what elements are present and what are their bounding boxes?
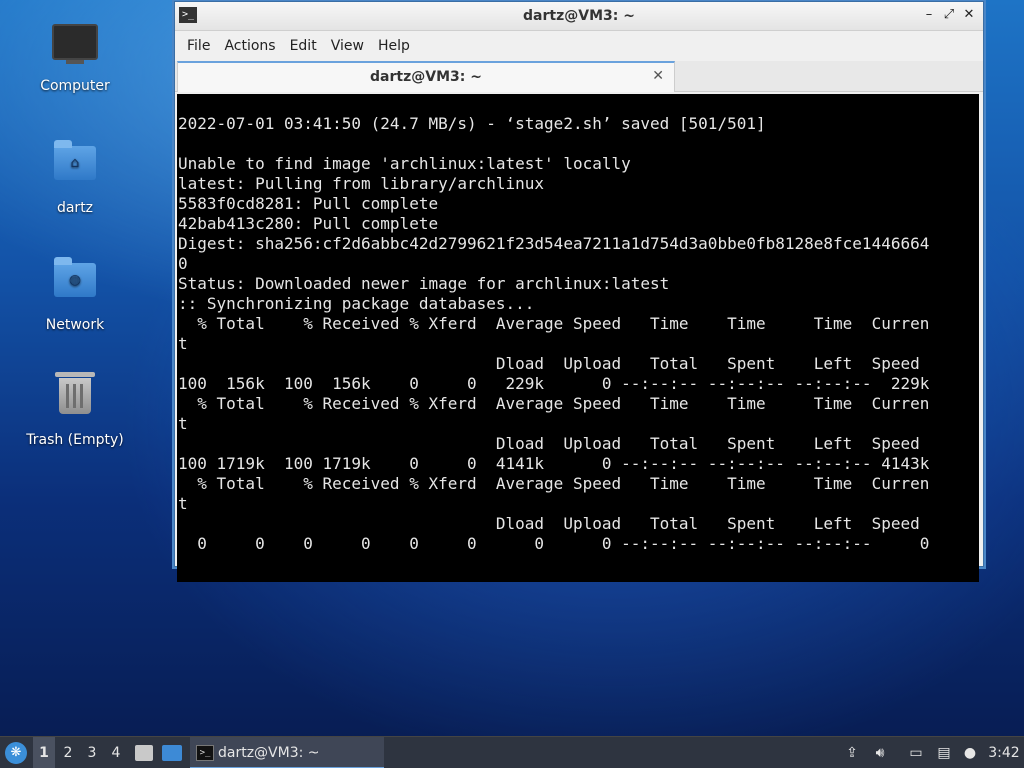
terminal-line: Dload Upload Total Spent Left Speed — [178, 434, 920, 453]
terminal-line: 100 1719k 100 1719k 0 0 4141k 0 --:--:--… — [178, 454, 930, 473]
home-folder-icon: ⌂ — [51, 140, 99, 194]
computer-icon — [51, 24, 99, 72]
desktop-icon-home[interactable]: ⌂ dartz — [20, 138, 130, 216]
app-menu-icon[interactable]: ❋ — [5, 742, 27, 764]
terminal-line: 0 — [178, 254, 188, 273]
file-manager-launcher-icon[interactable] — [135, 745, 153, 761]
terminal-line: Digest: sha256:cf2d6abbc42d2799621f23d54… — [178, 234, 930, 253]
menu-bar: File Actions Edit View Help — [175, 31, 983, 61]
tab-label: dartz@VM3: ~ — [370, 69, 482, 85]
terminal-line: 2022-07-01 03:41:50 (24.7 MB/s) - ‘stage… — [178, 114, 766, 133]
terminal-line: 42bab413c280: Pull complete — [178, 214, 439, 233]
menu-file[interactable]: File — [187, 38, 210, 54]
taskbar: ❋ 1 2 3 4 >_ dartz@VM3: ~ ⇪ 🔊︎ ▭ ▤ ● 3:4… — [0, 736, 1024, 768]
workspace-2[interactable]: 2 — [57, 737, 79, 768]
taskbar-button-terminal[interactable]: >_ dartz@VM3: ~ — [190, 737, 384, 768]
menu-actions[interactable]: Actions — [224, 38, 275, 54]
terminal-line: t — [178, 494, 188, 513]
clipboard-icon[interactable]: ▤ — [934, 737, 954, 768]
terminal-output[interactable]: 2022-07-01 03:41:50 (24.7 MB/s) - ‘stage… — [177, 94, 979, 582]
window-title: dartz@VM3: ~ — [523, 8, 635, 24]
terminal-line: % Total % Received % Xferd Average Speed… — [178, 314, 930, 333]
terminal-line: t — [178, 334, 188, 353]
desktop-icon-computer[interactable]: Computer — [20, 20, 130, 94]
tab-terminal[interactable]: dartz@VM3: ~ ✕ — [177, 61, 675, 92]
terminal-line: 0 0 0 0 0 0 0 0 --:--:-- --:--:-- --:--:… — [178, 534, 930, 553]
minimize-button[interactable]: – — [921, 7, 937, 23]
desktop-icon-label: Network — [45, 317, 105, 333]
network-status-icon[interactable]: ▭ — [906, 737, 926, 768]
workspace-4[interactable]: 4 — [105, 737, 127, 768]
network-folder-icon: ◍ — [51, 257, 99, 311]
desktop-icon-network[interactable]: ◍ Network — [20, 255, 130, 333]
terminal-line: :: Synchronizing package databases... — [178, 294, 535, 313]
terminal-line: 5583f0cd8281: Pull complete — [178, 194, 439, 213]
volume-icon[interactable]: 🔊︎ — [870, 737, 890, 768]
taskbar-button-label: dartz@VM3: ~ — [218, 745, 320, 761]
terminal-icon: >_ — [196, 745, 214, 761]
menu-help[interactable]: Help — [378, 38, 410, 54]
terminal-line: Status: Downloaded newer image for archl… — [178, 274, 670, 293]
clock[interactable]: 3:42 — [986, 737, 1022, 768]
window-titlebar[interactable]: >_ dartz@VM3: ~ – ⤢ ✕ — [175, 2, 983, 31]
trash-icon — [51, 372, 99, 426]
terminal-line: 100 156k 100 156k 0 0 229k 0 --:--:-- --… — [178, 374, 930, 393]
menu-edit[interactable]: Edit — [290, 38, 317, 54]
terminal-line: % Total % Received % Xferd Average Speed… — [178, 474, 930, 493]
notification-icon[interactable]: ● — [960, 737, 980, 768]
close-button[interactable]: ✕ — [961, 7, 977, 23]
terminal-window[interactable]: >_ dartz@VM3: ~ – ⤢ ✕ File Actions Edit … — [174, 1, 984, 582]
terminal-line: Dload Upload Total Spent Left Speed — [178, 514, 920, 533]
desktop-icon-trash[interactable]: Trash (Empty) — [20, 372, 130, 448]
terminal-line: latest: Pulling from library/archlinux — [178, 174, 545, 193]
workspace-3[interactable]: 3 — [81, 737, 103, 768]
maximize-button[interactable]: ⤢ — [941, 7, 957, 23]
upload-indicator-icon[interactable]: ⇪ — [842, 737, 862, 768]
terminal-line: % Total % Received % Xferd Average Speed… — [178, 394, 930, 413]
terminal-line: Dload Upload Total Spent Left Speed — [178, 354, 920, 373]
desktop-icon-label: dartz — [56, 200, 94, 216]
desktop-icon-label: Computer — [40, 78, 110, 94]
workspace-1[interactable]: 1 — [33, 737, 55, 768]
tab-bar: dartz@VM3: ~ ✕ — [175, 61, 983, 92]
terminal-line: Unable to find image 'archlinux:latest' … — [178, 154, 631, 173]
menu-view[interactable]: View — [331, 38, 364, 54]
show-desktop-icon[interactable] — [162, 745, 182, 761]
desktop-icon-label: Trash (Empty) — [26, 432, 124, 448]
tab-close-icon[interactable]: ✕ — [652, 68, 664, 84]
terminal-line: t — [178, 414, 188, 433]
